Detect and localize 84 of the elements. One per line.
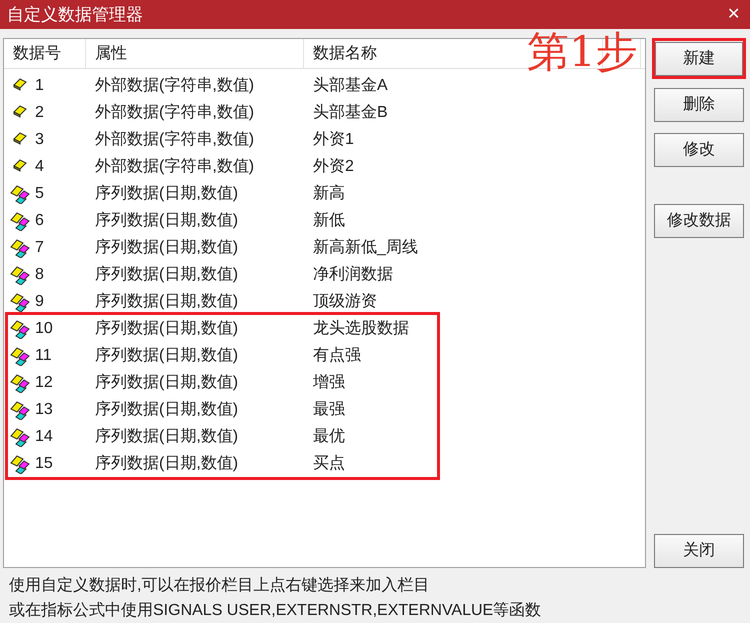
table-cell-text: 有点强	[312, 346, 362, 366]
table-cell-text: 序列数据(日期,数值)	[94, 238, 240, 258]
list-row[interactable]: 1 外部数据(字符串,数值) 头部基金A	[4, 72, 645, 99]
list-row[interactable]: 6 序列数据(日期,数值) 新低	[4, 207, 645, 234]
row-number: 4	[35, 156, 44, 176]
list-row[interactable]: 4 外部数据(字符串,数值) 外资2	[4, 153, 645, 180]
table-cell-text: 序列数据(日期,数值)	[94, 264, 240, 284]
annotation-label: 第1步	[527, 31, 638, 73]
table-cell-text: 外部数据(字符串,数值)	[94, 102, 256, 122]
stacked-blocks-icon	[10, 264, 30, 284]
table-cell-text: 新高	[312, 184, 346, 204]
row-number: 7	[35, 238, 44, 258]
table-cell-text: 最优	[312, 426, 346, 446]
row-number: 13	[35, 400, 53, 420]
table-cell-text: 序列数据(日期,数值)	[94, 372, 240, 392]
table-cell-text: 序列数据(日期,数值)	[94, 346, 240, 366]
dialog-button[interactable]: 新建	[655, 42, 743, 76]
list-row[interactable]: 13 序列数据(日期,数值) 最强	[4, 396, 437, 423]
table-cell-text: 龙头选股数据	[312, 318, 410, 338]
close-button[interactable]: ✕	[727, 6, 740, 22]
stacked-blocks-icon	[10, 426, 30, 446]
table-cell-text: 新低	[312, 210, 346, 230]
table-cell-text: 序列数据(日期,数值)	[94, 292, 240, 312]
table-cell-text: 新高新低_周线	[312, 238, 419, 258]
table-cell-text: 序列数据(日期,数值)	[94, 318, 240, 338]
table-cell-text: 外部数据(字符串,数值)	[94, 76, 256, 96]
stacked-blocks-icon	[10, 372, 30, 392]
list-row[interactable]: 7 序列数据(日期,数值) 新高新低_周线	[4, 234, 645, 261]
dialog-button[interactable]: 修改数据	[654, 204, 744, 238]
row-number: 3	[35, 130, 44, 150]
hint-text: 使用自定义数据时,可以在报价栏目上点右键选择来加入栏目	[9, 576, 430, 596]
table-cell-text: 头部基金B	[312, 102, 389, 122]
table-cell-text: 最强	[312, 400, 346, 420]
stacked-blocks-icon	[10, 454, 30, 474]
list-row[interactable]: 11 序列数据(日期,数值) 有点强	[4, 342, 437, 369]
row-number: 11	[35, 346, 52, 366]
dialog-button[interactable]: 删除	[654, 88, 744, 122]
hint-text: 或在指标公式中使用SIGNALS USER,EXTERNSTR,EXTERNVALUE等函数	[9, 600, 542, 621]
list-row[interactable]: 5 序列数据(日期,数值) 新高	[4, 180, 645, 207]
list-row[interactable]: 10 序列数据(日期,数值) 龙头选股数据	[4, 315, 437, 342]
table-cell-text: 增强	[312, 372, 346, 392]
table-cell-text: 序列数据(日期,数值)	[94, 426, 240, 446]
stacked-blocks-icon	[10, 184, 30, 204]
row-number: 14	[35, 426, 53, 446]
table-cell-text: 买点	[312, 454, 346, 474]
row-number: 5	[35, 184, 44, 204]
list-row[interactable]: 3 外部数据(字符串,数值) 外资1	[4, 126, 645, 153]
table-cell-text: 顶级游资	[312, 292, 378, 312]
row-number: 10	[35, 318, 53, 338]
stacked-blocks-icon	[10, 238, 30, 258]
column-header[interactable]: 数据号	[4, 42, 61, 66]
table-cell-text: 序列数据(日期,数值)	[94, 400, 240, 420]
stacked-blocks-icon	[10, 292, 30, 312]
stacked-blocks-icon	[10, 400, 30, 420]
table-cell-text: 头部基金A	[312, 76, 389, 96]
row-number: 15	[35, 454, 53, 474]
stacked-blocks-icon	[10, 210, 30, 230]
list-row[interactable]: 15 序列数据(日期,数值) 买点	[4, 450, 437, 477]
table-cell-text: 外部数据(字符串,数值)	[94, 156, 256, 176]
table-cell-text: 净利润数据	[312, 264, 394, 284]
table-cell-text: 序列数据(日期,数值)	[94, 454, 240, 474]
row-number: 2	[35, 102, 44, 122]
list-row[interactable]: 8 序列数据(日期,数值) 净利润数据	[4, 261, 645, 288]
stacked-blocks-icon	[10, 318, 30, 338]
table-cell-text: 序列数据(日期,数值)	[94, 184, 240, 204]
list-row[interactable]: 12 序列数据(日期,数值) 增强	[4, 369, 437, 396]
column-header[interactable]: 数据名称	[304, 42, 377, 66]
row-number: 12	[35, 372, 53, 392]
row-number: 9	[35, 292, 44, 312]
row-number: 1	[35, 76, 44, 96]
list-row[interactable]: 9 序列数据(日期,数值) 顶级游资	[4, 288, 645, 315]
list-row[interactable]: 2 外部数据(字符串,数值) 头部基金B	[4, 99, 645, 126]
table-cell-text: 外资2	[312, 156, 355, 176]
row-number: 8	[35, 264, 44, 284]
stacked-blocks-icon	[10, 346, 30, 366]
table-cell-text: 外资1	[312, 130, 355, 150]
dialog-button[interactable]: 修改	[654, 133, 744, 167]
table-cell-text: 外部数据(字符串,数值)	[94, 130, 256, 150]
window-title: 自定义数据管理器	[7, 6, 143, 23]
dialog-button[interactable]: 关闭	[654, 534, 744, 568]
table-cell-text: 序列数据(日期,数值)	[94, 210, 240, 230]
list-row[interactable]: 14 序列数据(日期,数值) 最优	[4, 423, 437, 450]
column-header[interactable]: 属性	[86, 42, 127, 66]
row-number: 6	[35, 210, 44, 230]
